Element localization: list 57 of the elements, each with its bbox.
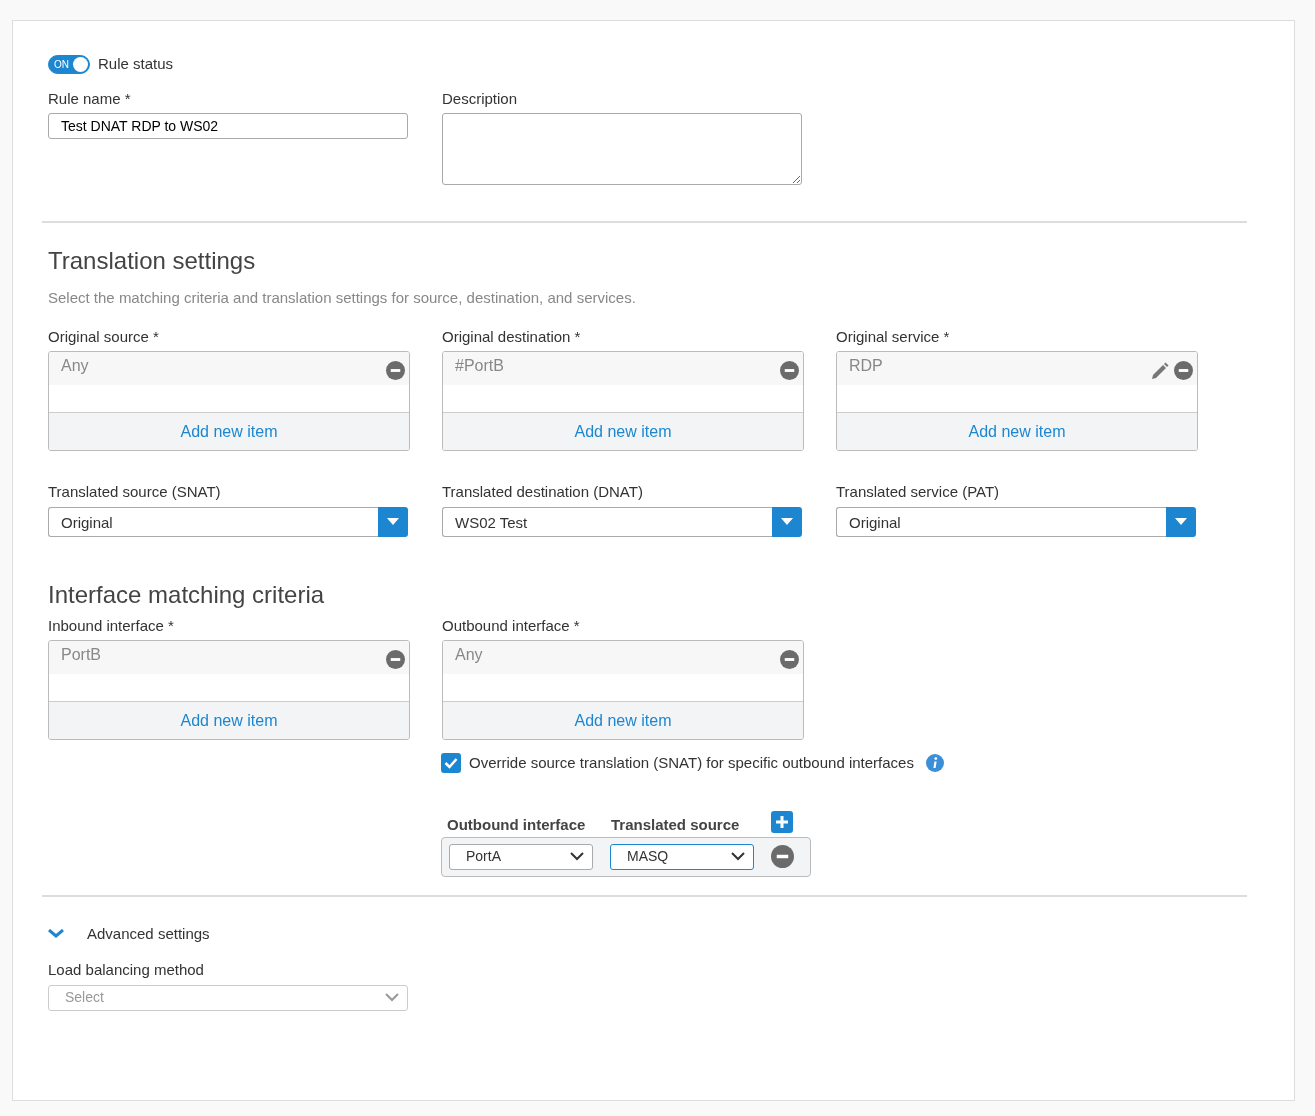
remove-icon[interactable] [386,650,405,669]
pencil-icon[interactable] [1150,360,1170,381]
checkbox-label: Override source translation (SNAT) for specific outbound interfaces [469,753,914,773]
source-select[interactable]: MASQ [610,843,754,870]
dropdown-field[interactable]: WS02 Test [442,506,772,537]
dropdown-button[interactable] [378,506,408,537]
field-label: Original destination * [442,326,582,347]
add-new-item-button[interactable]: Add new item [443,412,803,450]
add-new-item-button[interactable]: Add new item [49,701,409,739]
rule-status-toggle[interactable]: ON [48,54,90,74]
chevron-down-icon [731,852,745,861]
field-label: Outbound interface * [442,615,581,636]
field-label: Original source * [48,326,160,347]
add-new-item-button[interactable]: Add new item [837,412,1197,450]
dropdown-field[interactable]: Original [48,506,378,537]
remove-icon[interactable] [780,650,799,669]
section-subtitle: Select the matching criteria and translation settings for source, destination, and services. [48,288,637,308]
chevron-down-icon [570,852,584,861]
dropdown-field[interactable]: Original [836,506,1166,537]
list-item-text: Any [455,645,483,665]
remove-icon[interactable] [1174,361,1193,380]
override-checkbox[interactable] [441,753,461,774]
field-label: Translated service (PAT) [836,482,1001,502]
list-item-text: PortB [61,645,101,665]
caret-icon [1175,517,1187,526]
field-label: Load balancing method [48,960,205,980]
field-label: Translated source (SNAT) [48,482,222,502]
dropdown-button[interactable] [772,506,802,537]
field-label: Inbound interface * [48,615,175,636]
add-new-item-button[interactable]: Add new item [49,412,409,450]
description-field[interactable] [442,113,802,185]
caret-icon [387,517,399,526]
chevron-icon [48,929,65,939]
add-row-icon[interactable] [771,810,793,833]
chevron-down-icon [385,993,399,1002]
field-label: Description [442,88,519,109]
list-item-text: RDP [849,356,883,376]
remove-icon[interactable] [780,361,799,380]
rule-name-field[interactable]: Test DNAT RDP to WS02 [48,113,408,139]
section-title: Translation settings [48,246,257,276]
info-icon[interactable] [925,754,944,773]
add-new-item-button[interactable]: Add new item [443,701,803,739]
column-header: Translated source [611,815,741,835]
field-label: Rule name * [48,88,132,109]
list-item-text: Any [61,356,89,376]
interface-select[interactable]: PortA [449,843,593,870]
rule-status-label: Rule status [98,54,174,74]
dropdown-button[interactable] [1166,506,1196,537]
remove-icon[interactable] [386,361,405,380]
caret-icon [781,517,793,526]
section-title: Interface matching criteria [48,579,326,610]
field-label: Translated destination (DNAT) [442,482,644,502]
remove-row-icon[interactable] [771,845,794,868]
advanced-settings-toggle[interactable]: Advanced settings [48,922,210,945]
field-label: Original service * [836,326,951,347]
list-item-text: #PortB [455,356,504,376]
column-header: Outbound interface [447,815,587,835]
